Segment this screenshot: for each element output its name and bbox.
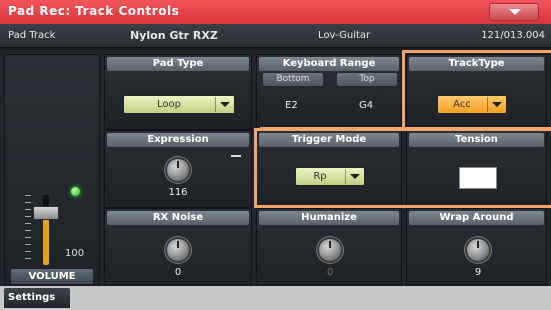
- expression-indicator: [231, 155, 241, 157]
- pad-type-cell: Pad Type Loop: [104, 54, 252, 130]
- info-bar: Pad Track Nylon Gtr RXZ Lov-Guitar 121/0…: [0, 24, 551, 48]
- sound-name[interactable]: Nylon Gtr RXZ: [130, 29, 218, 42]
- song-position: 121/013.004: [481, 30, 545, 41]
- track-type-highlight: [402, 50, 551, 130]
- humanize-knob[interactable]: [319, 239, 341, 261]
- title-bar: Pad Rec: Track Controls: [0, 0, 551, 24]
- wrap-around-value: 9: [474, 267, 482, 278]
- expression-cell: Expression 116: [104, 130, 252, 208]
- rx-noise-header: RX Noise: [107, 211, 249, 225]
- track-name: Pad Track: [8, 30, 56, 41]
- sound-category: Lov-Guitar: [318, 30, 371, 41]
- humanize-cell: Humanize 0: [256, 208, 402, 286]
- tab-settings[interactable]: Settings: [4, 288, 70, 308]
- volume-slider-fill: [43, 212, 49, 265]
- humanize-header: Humanize: [259, 211, 399, 225]
- play-status-led[interactable]: [71, 187, 80, 196]
- volume-scale: [25, 195, 31, 265]
- volume-value: 100: [65, 248, 85, 259]
- chevron-down-icon: [509, 9, 521, 15]
- volume-strip: 100 VOLUME: [4, 54, 100, 286]
- wrap-around-cell: Wrap Around 9: [406, 208, 547, 286]
- rx-noise-value: 0: [174, 267, 182, 278]
- pad-type-value: Loop: [157, 99, 181, 110]
- expression-value: 116: [168, 187, 188, 198]
- volume-slider-thumb[interactable]: [33, 205, 59, 220]
- pad-type-header: Pad Type: [107, 57, 249, 71]
- page-title: Pad Rec: Track Controls: [8, 4, 180, 18]
- rx-noise-knob[interactable]: [167, 239, 189, 261]
- expression-knob[interactable]: [167, 159, 189, 181]
- dropdown-arrow-icon: [220, 102, 230, 107]
- wrap-around-header: Wrap Around: [409, 211, 544, 225]
- humanize-value: 0: [326, 267, 334, 278]
- trigger-mode-highlight: [254, 128, 551, 208]
- volume-label: VOLUME: [11, 269, 93, 284]
- keyboard-range-highlight: [260, 50, 405, 130]
- expression-header: Expression: [107, 133, 249, 147]
- tab-bar: Settings: [0, 286, 551, 310]
- pad-type-dropdown[interactable]: Loop: [123, 95, 235, 114]
- page-menu-button[interactable]: [489, 3, 539, 21]
- rx-noise-cell: RX Noise 0: [104, 208, 252, 286]
- wrap-around-knob[interactable]: [467, 239, 489, 261]
